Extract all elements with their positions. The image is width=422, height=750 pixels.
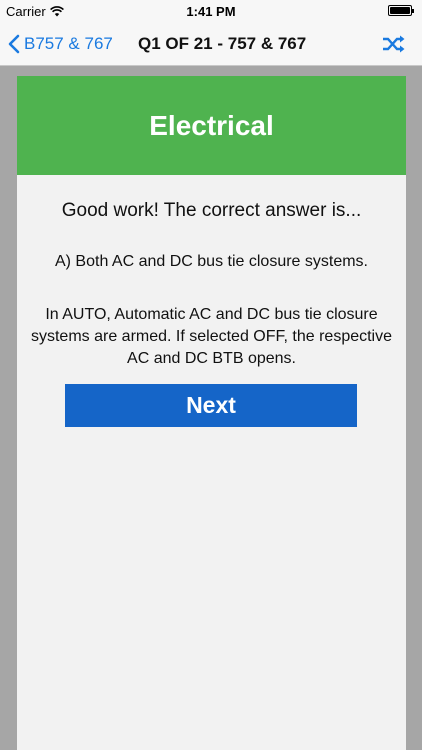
question-card: Electrical Good work! The correct answer… xyxy=(17,76,406,750)
result-message: Good work! The correct answer is... xyxy=(61,200,362,221)
battery-fill xyxy=(390,7,410,14)
shuffle-icon[interactable] xyxy=(382,34,406,54)
battery-icon xyxy=(388,5,414,16)
navigation-bar: B757 & 767 Q1 OF 21 - 757 & 767 xyxy=(0,22,422,66)
correct-answer: A) Both AC and DC bus tie closure system… xyxy=(54,253,368,270)
status-bar: Carrier 1:41 PM xyxy=(0,0,422,22)
status-time: 1:41 PM xyxy=(186,4,236,19)
back-button[interactable]: B757 & 767 xyxy=(8,22,113,66)
page-title: Q1 OF 21 - 757 & 767 xyxy=(138,34,307,53)
category-header: Electrical xyxy=(17,76,406,175)
back-button-label: B757 & 767 xyxy=(24,34,113,53)
answer-explanation: In AUTO, Automatic AC and DC bus tie clo… xyxy=(30,306,393,367)
next-button[interactable]: Next xyxy=(65,384,357,427)
chevron-left-icon xyxy=(8,34,20,54)
